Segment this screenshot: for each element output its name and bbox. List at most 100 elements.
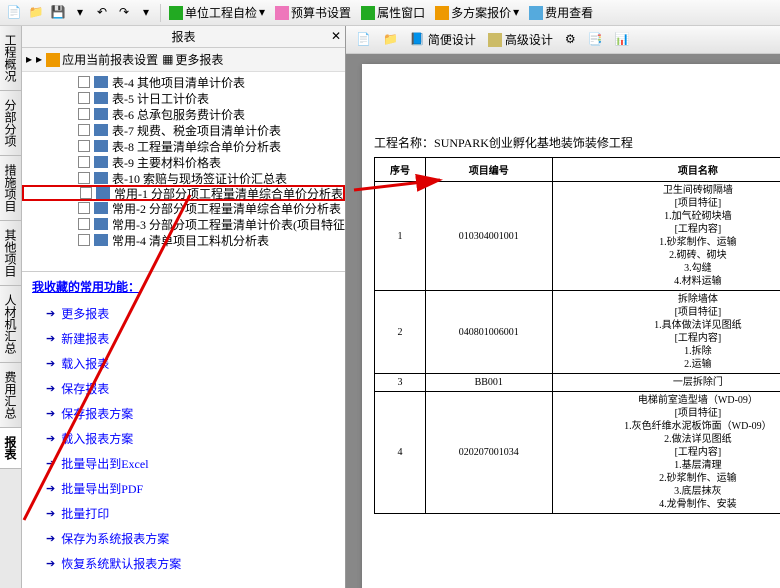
collapse-icon[interactable]: ▸	[36, 52, 42, 67]
favorites-section: 我收藏的常用功能： ➔更多报表➔新建报表➔载入报表➔保存报表➔保存报表方案➔载入…	[22, 272, 345, 582]
fee-view-button[interactable]: 费用查看	[525, 4, 597, 21]
report-page: 分部 工程名称：SUNPARK创业孵化基地装饰装修工程 序号项目编号项目名称单位…	[362, 64, 780, 588]
undo-icon[interactable]: ↶	[92, 3, 112, 23]
arrow-icon: ➔	[46, 482, 55, 495]
self-check-button[interactable]: 单位工程自检▾	[165, 4, 269, 21]
tree-item[interactable]: 表-9 主要材料价格表	[22, 154, 345, 170]
tool-icon-2[interactable]: 📑	[584, 30, 607, 49]
budget-settings-button[interactable]: 预算书设置	[271, 4, 355, 21]
simple-design-button[interactable]: 📘简便设计	[406, 29, 480, 50]
favorite-link[interactable]: ➔载入报表方案	[32, 426, 335, 451]
expand-icon[interactable]: ▸	[26, 52, 32, 67]
favorite-link[interactable]: ➔更多报表	[32, 301, 335, 326]
multi-quote-button[interactable]: 多方案报价▾	[431, 4, 523, 21]
tool-icon-1[interactable]: ⚙	[561, 30, 580, 49]
favorite-label: 批量导出到Excel	[61, 455, 148, 472]
checkbox-icon[interactable]	[78, 124, 90, 136]
property-window-button[interactable]: 属性窗口	[357, 4, 429, 21]
open-icon[interactable]: 📁	[26, 3, 46, 23]
table-row: 4020207001034电梯前室造型墙（WD-09）[项目特征]1.灰色纤维水…	[375, 392, 780, 514]
advanced-design-button[interactable]: 高级设计	[484, 29, 557, 50]
tree-item[interactable]: 表-7 规费、税金项目清单计价表	[22, 122, 345, 138]
tab-fee-summary[interactable]: 费用汇总	[0, 363, 21, 428]
redo-icon[interactable]: ↷	[114, 3, 134, 23]
favorite-link[interactable]: ➔保存为系统报表方案	[32, 526, 335, 551]
checkbox-icon[interactable]	[78, 92, 90, 104]
tree-label: 表-4 其他项目清单计价表	[112, 74, 245, 91]
favorite-label: 批量导出到PDF	[61, 480, 143, 497]
checkbox-icon[interactable]	[78, 172, 90, 184]
arrow-icon: ➔	[46, 557, 55, 570]
cell: 电梯前室造型墙（WD-09）[项目特征]1.灰色纤维水泥板饰面（WD-09）2.…	[552, 392, 780, 514]
favorite-link[interactable]: ➔ 新建报表	[32, 326, 335, 351]
tree-item[interactable]: 表-4 其他项目清单计价表	[22, 74, 345, 90]
favorite-link[interactable]: ➔恢复系统默认报表方案	[32, 551, 335, 576]
tool-icon-3[interactable]: 📊	[611, 30, 634, 49]
cell: 4	[375, 392, 426, 514]
checkbox-icon[interactable]	[78, 218, 90, 230]
checkbox-icon[interactable]	[78, 234, 90, 246]
checkbox-icon[interactable]	[78, 202, 90, 214]
apply-settings-button[interactable]: 应用当前报表设置	[46, 51, 158, 68]
tab-labor-material[interactable]: 人材机汇总	[0, 286, 21, 363]
cell: 2	[375, 291, 426, 374]
save-icon[interactable]: 💾	[48, 3, 68, 23]
favorite-link[interactable]: ➔保存报表方案	[32, 401, 335, 426]
new-icon[interactable]: 📄	[4, 3, 24, 23]
checkbox-icon[interactable]	[78, 156, 90, 168]
tree-item[interactable]: 表-6 总承包服务费计价表	[22, 106, 345, 122]
preview-toolbar: 📄 📁 📘简便设计 高级设计 ⚙ 📑 📊 ⏮ ◀ ▶ ⏭	[346, 26, 780, 54]
checkbox-icon[interactable]	[78, 76, 90, 88]
tab-report[interactable]: 报表	[0, 428, 21, 469]
tree-item[interactable]: 表-8 工程量清单综合单价分析表	[22, 138, 345, 154]
favorite-label: 保存报表方案	[61, 405, 133, 422]
favorite-label: 更多报表	[61, 305, 109, 322]
more-reports-button[interactable]: ▦更多报表	[162, 51, 223, 68]
favorite-link[interactable]: ➔ 批量导出到PDF	[32, 476, 335, 501]
gear-icon	[46, 53, 60, 67]
tree-label: 常用-3 分部分项工程量清单计价表(项目特征	[112, 216, 345, 233]
dropdown-icon[interactable]: ▾	[70, 3, 90, 23]
col-header: 序号	[375, 158, 426, 182]
tree-item[interactable]: 常用-3 分部分项工程量清单计价表(项目特征	[22, 216, 345, 232]
report-panel: 报表 ✕ ▸ ▸ 应用当前报表设置 ▦更多报表 表-4 其他项目清单计价表表-5…	[22, 26, 346, 588]
tab-overview[interactable]: 工程概况	[0, 26, 21, 91]
report-icon	[94, 92, 108, 104]
report-icon	[94, 234, 108, 246]
pencil-icon	[488, 33, 502, 47]
page-icon[interactable]: 📄	[352, 30, 375, 49]
tree-item[interactable]: 表-5 计日工计价表	[22, 90, 345, 106]
preview-panel: 📄 📁 📘简便设计 高级设计 ⚙ 📑 📊 ⏮ ◀ ▶ ⏭ 分部 工程名称：SUN…	[346, 26, 780, 588]
tree-label: 表-9 主要材料价格表	[112, 154, 221, 171]
checkbox-icon[interactable]	[78, 140, 90, 152]
checkbox-icon[interactable]	[78, 108, 90, 120]
report-tree[interactable]: 表-4 其他项目清单计价表表-5 计日工计价表表-6 总承包服务费计价表表-7 …	[22, 72, 345, 272]
tree-item[interactable]: 常用-4 清单项目工料机分析表	[22, 232, 345, 248]
export-icon[interactable]: 📁	[379, 30, 402, 49]
favorite-link[interactable]: ➔批量导出到Excel	[32, 451, 335, 476]
preview-area[interactable]: 分部 工程名称：SUNPARK创业孵化基地装饰装修工程 序号项目编号项目名称单位…	[346, 54, 780, 588]
tree-item[interactable]: 常用-2 分部分项工程量清单综合单价分析表	[22, 200, 345, 216]
arrow-icon: ➔	[46, 532, 55, 545]
favorite-label: 新建报表	[61, 330, 109, 347]
arrow-icon: ➔	[46, 357, 55, 370]
report-icon	[94, 140, 108, 152]
cell: 一层拆除门	[552, 374, 780, 392]
arrow-icon: ➔	[46, 332, 55, 345]
favorite-link[interactable]: ➔ 载入报表	[32, 351, 335, 376]
report-icon	[96, 187, 110, 199]
report-icon	[94, 108, 108, 120]
tab-other[interactable]: 其他项目	[0, 221, 21, 286]
panel-title: 报表	[171, 28, 195, 45]
cell: 3	[375, 374, 426, 392]
close-icon[interactable]: ✕	[331, 29, 341, 44]
more-icon[interactable]: ▾	[136, 3, 156, 23]
checkbox-icon[interactable]	[80, 187, 92, 199]
tab-divisions[interactable]: 分部分项	[0, 91, 21, 156]
favorite-label: 载入报表	[61, 355, 109, 372]
favorite-link[interactable]: ➔保存报表	[32, 376, 335, 401]
tab-measures[interactable]: 措施项目	[0, 156, 21, 221]
favorite-link[interactable]: ➔批量打印	[32, 501, 335, 526]
tree-label: 常用-2 分部分项工程量清单综合单价分析表	[112, 200, 341, 217]
col-header: 项目名称	[552, 158, 780, 182]
